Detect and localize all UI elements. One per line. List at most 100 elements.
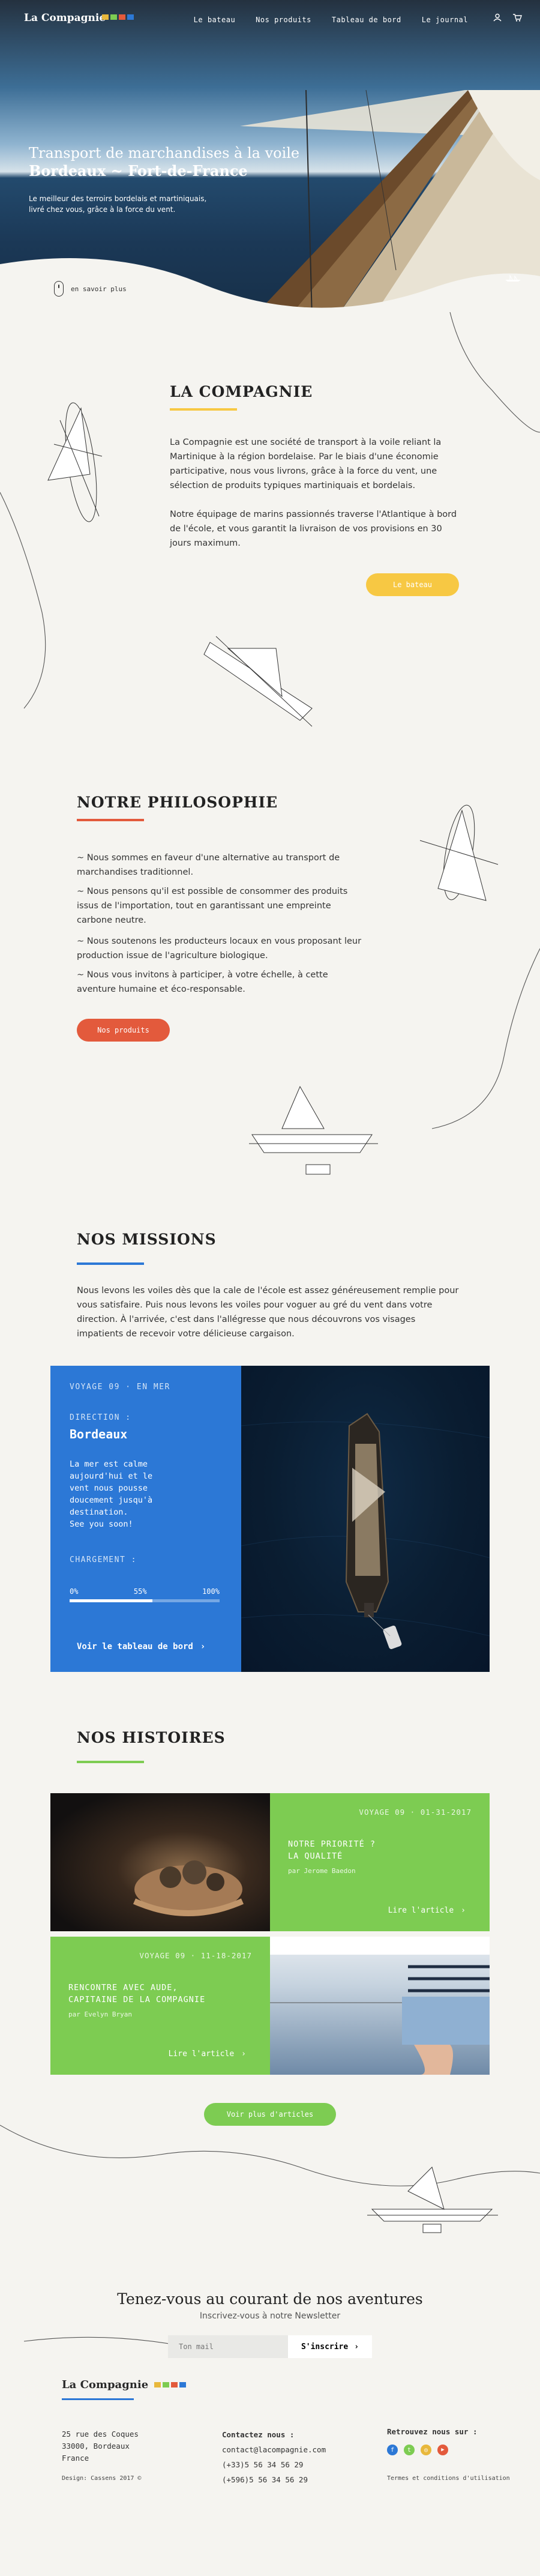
address-line: 25 rue des Coques (62, 2430, 139, 2439)
story-card[interactable]: VOYAGE 09 · 01-31-2017 NOTRE PRIORITÉ ? … (50, 1793, 490, 1931)
chevron-right-icon: › (354, 2342, 359, 2351)
philosophie-item: ~ Nous sommes en faveur d'une alternativ… (77, 853, 340, 877)
flag-icon (154, 2382, 161, 2387)
section-title-philosophie: NOTRE PHILOSOPHIE (77, 794, 278, 811)
flag-icon (163, 2382, 170, 2387)
footer-address: 25 rue des Coques 33000, Bordeaux France (62, 2428, 139, 2464)
title-underline (170, 408, 237, 411)
newsletter: Tenez-vous au courant de nos aventures I… (0, 2290, 540, 2358)
nav-item-tableau[interactable]: Tableau de bord (332, 16, 401, 24)
social-title: Retrouvez nous sur : (387, 2427, 478, 2436)
philosophie-item: ~ Nous vous invitons à participer, à vot… (77, 970, 328, 994)
direction-value: Bordeaux (70, 1427, 128, 1441)
philosophie-item: ~ Nous pensons qu'il est possible de con… (77, 887, 348, 925)
hero-lead: Le meilleur des terroirs bordelais et ma… (29, 195, 207, 214)
terms-link[interactable]: Termes et conditions d'utilisation (387, 2475, 510, 2482)
hero-wave (0, 258, 540, 312)
story-author: par Evelyn Bryan (68, 2010, 132, 2018)
bateau-button[interactable]: Le bateau (366, 573, 459, 596)
twitter-icon[interactable]: t (404, 2445, 415, 2455)
address-line: France (62, 2454, 89, 2463)
section-title-histoires: NOS HISTOIRES (77, 1729, 226, 1746)
newsletter-title: Tenez-vous au courant de nos aventures (117, 2290, 423, 2308)
contact-title: Contactez nous : (222, 2430, 295, 2439)
story-card-panel: VOYAGE 09 · 11-18-2017 RENCONTRE AVEC AU… (50, 1937, 270, 2075)
chevron-right-icon: › (200, 1642, 206, 1651)
read-article-label: Lire l'article (168, 2050, 235, 2059)
email-field[interactable] (168, 2335, 288, 2358)
flag-icon (102, 14, 109, 20)
flag-icon (127, 14, 134, 20)
chevron-right-icon: › (241, 2050, 246, 2059)
instagram-icon[interactable]: ◎ (421, 2445, 431, 2455)
tick-label: 0% (70, 1587, 79, 1596)
direction-label: DIRECTION : (70, 1413, 131, 1422)
account-icons (493, 13, 522, 24)
loading-label: CHARGEMENT : (70, 1555, 137, 1564)
compagnie-paragraph-2: Notre équipage de marins passionnés trav… (170, 510, 457, 548)
learn-more[interactable]: en savoir plus (54, 281, 127, 297)
brand-logo[interactable]: La Compagnie (24, 12, 106, 24)
contact-email[interactable]: contact@lacompagnie.com (222, 2442, 326, 2457)
story-meta: VOYAGE 09 · 11-18-2017 (139, 1951, 252, 1960)
story-image-captain (270, 1937, 490, 2075)
hero-title-line1: Transport de marchandises à la voile (29, 145, 300, 161)
section-title-compagnie: LA COMPAGNIE (170, 383, 313, 400)
title-underline (77, 819, 144, 821)
title-underline (77, 1262, 144, 1265)
nav-item-bateau[interactable]: Le bateau (194, 16, 236, 24)
footer: La Compagnie 25 rue des Coques 33000, Bo… (0, 2362, 540, 2576)
produits-button[interactable]: Nos produits (77, 1019, 170, 1042)
story-author: par Jerome Baedon (288, 1867, 356, 1875)
read-article-label: Lire l'article (388, 1906, 454, 1915)
contact-phone[interactable]: (+33)5 56 34 56 29 (222, 2457, 326, 2472)
nav-item-journal[interactable]: Le journal (422, 16, 468, 24)
story-image-truffles (50, 1793, 270, 1931)
dashboard-link[interactable]: Voir le tableau de bord › (77, 1642, 205, 1651)
hero-title-line2: Bordeaux ~ Fort-de-France (29, 162, 248, 179)
read-article-link[interactable]: Lire l'article › (388, 1906, 466, 1915)
top-navigation: La Compagnie Le bateau Nos produits Tabl… (0, 0, 540, 37)
footer-contact: Contactez nous : contact@lacompagnie.com… (222, 2427, 326, 2487)
user-icon[interactable] (493, 13, 502, 24)
newsletter-subtitle: Inscrivez-vous à notre Newsletter (199, 2311, 341, 2321)
main-nav: Le bateau Nos produits Tableau de bord L… (194, 16, 468, 24)
flag-icon (179, 2382, 187, 2387)
flag-icon (171, 2382, 178, 2387)
youtube-icon[interactable]: ▶ (437, 2445, 448, 2455)
story-card-panel: VOYAGE 09 · 01-31-2017 NOTRE PRIORITÉ ? … (270, 1793, 490, 1931)
design-credit: Design: Cassens 2017 © (62, 2475, 142, 2482)
compagnie-paragraph-1: La Compagnie est une société de transpor… (170, 438, 442, 490)
nav-item-produits[interactable]: Nos produits (256, 16, 311, 24)
subscribe-label: S'inscrire (301, 2342, 349, 2351)
dashboard-link-label: Voir le tableau de bord (77, 1642, 193, 1651)
facebook-icon[interactable]: f (387, 2445, 398, 2455)
boat-sketch (47, 402, 103, 522)
missions-text: Nous levons les voiles dès que la cale d… (77, 1286, 459, 1339)
learn-more-label: en savoir plus (71, 285, 127, 293)
cart-icon[interactable] (512, 13, 522, 24)
contact-phone[interactable]: (+596)5 56 34 56 29 (222, 2472, 326, 2487)
voyage-label: VOYAGE 09 · EN MER (70, 1383, 170, 1392)
story-card[interactable]: VOYAGE 09 · 11-18-2017 RENCONTRE AVEC AU… (50, 1937, 490, 2075)
flag-icon (119, 14, 125, 20)
mission-card: VOYAGE 09 · EN MER DIRECTION : Bordeaux … (50, 1366, 490, 1672)
footer-social: Retrouvez nous sur : f t ◎ ▶ (387, 2427, 478, 2455)
philosophie-item: ~ Nous soutenons les producteurs locaux … (77, 937, 362, 961)
story-title: RENCONTRE AVEC AUDE, CAPITAINE DE LA COM… (68, 1983, 206, 2004)
flag-icon (110, 14, 117, 20)
newsletter-form: S'inscrire › (0, 2335, 540, 2358)
address-line: 33000, Bordeaux (62, 2442, 130, 2451)
brand-flags (102, 14, 134, 20)
footer-logo[interactable]: La Compagnie (62, 2378, 148, 2391)
read-article-link[interactable]: Lire l'article › (169, 2050, 246, 2059)
mission-panel: VOYAGE 09 · EN MER DIRECTION : Bordeaux … (50, 1366, 241, 1672)
subscribe-button[interactable]: S'inscrire › (288, 2335, 372, 2358)
footer-brand: La Compagnie (62, 2378, 187, 2391)
ship-icon (504, 274, 522, 284)
more-articles-button[interactable]: Voir plus d'articles (204, 2103, 336, 2126)
title-underline (77, 1761, 144, 1763)
tick-label: 100% (202, 1587, 220, 1596)
mouse-icon (54, 281, 64, 297)
footer-flags (154, 2382, 187, 2387)
